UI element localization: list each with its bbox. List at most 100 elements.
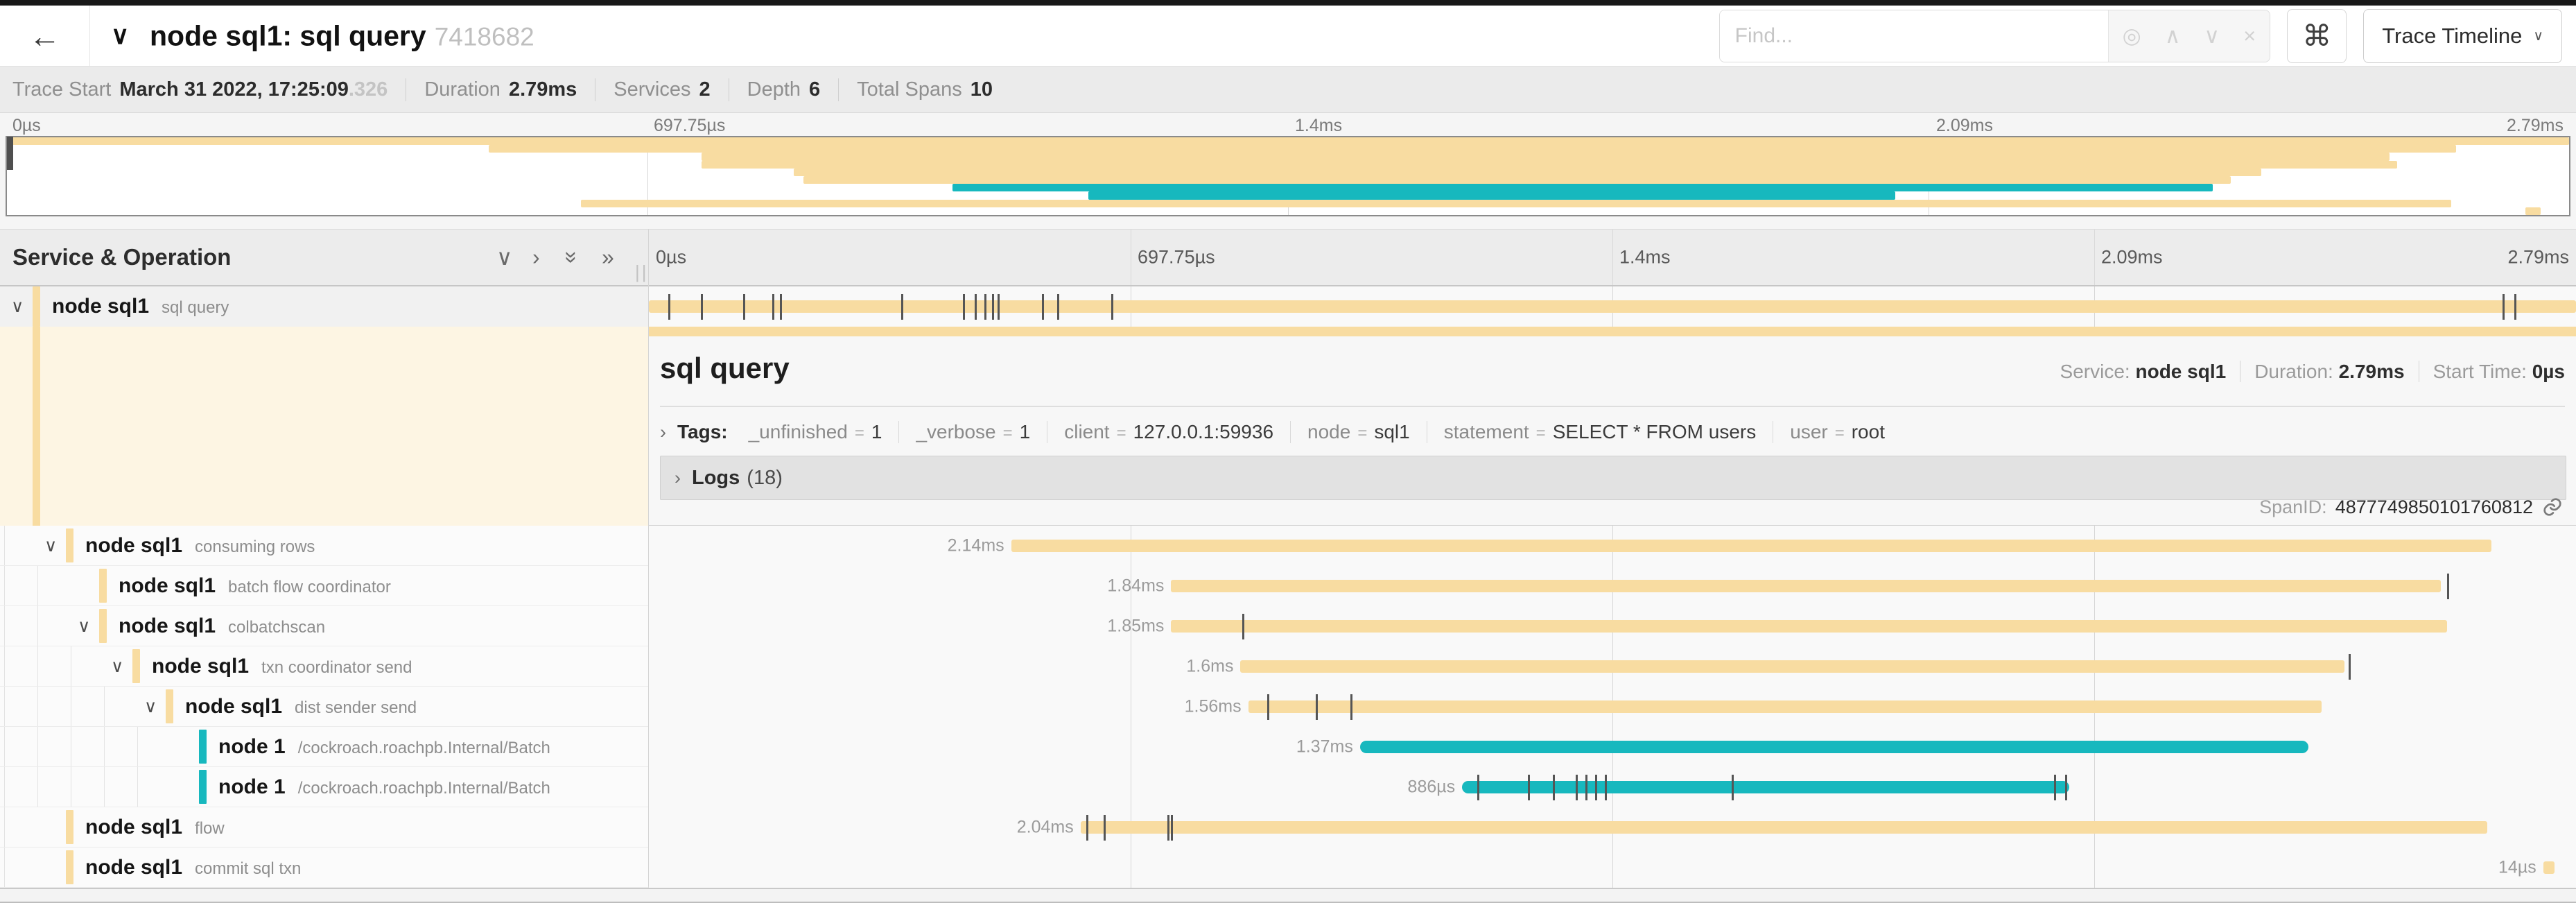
- span-row[interactable]: node 1/cockroach.roachpb.Internal/Batch1…: [0, 727, 2576, 767]
- expand-chevron-icon[interactable]: ∨: [144, 696, 157, 717]
- span-row-name-cell[interactable]: node sql1commit sql txn: [0, 848, 648, 888]
- span-row-timeline-cell[interactable]: 1.85ms: [648, 606, 2576, 646]
- trace-meta-item: Total Spans10: [839, 78, 1011, 101]
- collapse-all-icon[interactable]: »: [559, 251, 584, 264]
- span-row-name-cell[interactable]: ∨node sql1sql query: [0, 286, 648, 327]
- span-bar[interactable]: [1171, 620, 2446, 633]
- panel-divider[interactable]: [648, 229, 649, 886]
- expand-chevron-icon[interactable]: ∨: [44, 535, 57, 556]
- span-bar[interactable]: [1248, 700, 2322, 713]
- span-row[interactable]: node sql1commit sql txn14µs: [0, 848, 2576, 888]
- span-service-name: node sql1: [152, 655, 249, 678]
- tag-item[interactable]: _unfinished=1: [732, 421, 900, 443]
- tag-equals: =: [1357, 424, 1367, 442]
- span-row-timeline-cell[interactable]: 886µs: [648, 767, 2576, 807]
- keyboard-shortcuts-button[interactable]: ⌘: [2287, 9, 2347, 63]
- span-color-stripe: [99, 569, 107, 603]
- span-service-name: node sql1: [52, 295, 149, 318]
- span-log-marker: [2503, 294, 2505, 320]
- detail-meta-item: Start Time: 0µs: [2419, 361, 2565, 382]
- timeline-tick-label: 697.75µs: [1138, 247, 1215, 268]
- view-selector-button[interactable]: Trace Timeline ∨: [2363, 9, 2562, 63]
- span-row[interactable]: ∨node sql1dist sender send1.56ms: [0, 687, 2576, 727]
- tag-item[interactable]: client=127.0.0.1:59936: [1047, 421, 1291, 443]
- tags-accordion-row[interactable]: › Tags: _unfinished=1_verbose=1client=12…: [660, 414, 1901, 450]
- span-row-timeline-cell[interactable]: 2.04ms: [648, 807, 2576, 848]
- tag-item[interactable]: node=sql1: [1291, 421, 1427, 443]
- span-row-name-cell[interactable]: ∨node sql1dist sender send: [0, 687, 648, 727]
- span-row-timeline-cell[interactable]: 1.37ms: [648, 727, 2576, 767]
- tag-item[interactable]: statement=SELECT * FROM users: [1427, 421, 1774, 443]
- span-row-timeline-cell[interactable]: 1.6ms: [648, 646, 2576, 687]
- span-row-name-cell[interactable]: node 1/cockroach.roachpb.Internal/Batch: [0, 727, 648, 767]
- tag-key: _unfinished: [749, 421, 848, 442]
- span-log-marker: [992, 294, 994, 320]
- find-next-icon[interactable]: ∨: [2204, 24, 2220, 49]
- find-prev-icon[interactable]: ∧: [2165, 24, 2181, 49]
- span-detail-duration-bar: [649, 327, 2576, 336]
- grid-line: [2094, 767, 2095, 807]
- span-row-name-cell[interactable]: node 1/cockroach.roachpb.Internal/Batch: [0, 767, 648, 807]
- expand-all-icon[interactable]: »: [602, 245, 614, 270]
- span-bar[interactable]: [649, 300, 2576, 313]
- span-row-name-cell[interactable]: ∨ node sql1consuming rows: [0, 526, 648, 566]
- expand-chevron-icon[interactable]: ∨: [78, 616, 90, 637]
- minimap-left-scrub-handle[interactable]: [7, 137, 13, 170]
- expand-chevron-icon[interactable]: ∨: [111, 656, 123, 677]
- span-row[interactable]: ∨node sql1txn coordinator send1.6ms: [0, 646, 2576, 687]
- span-row-timeline-cell[interactable]: 1.84ms: [648, 566, 2576, 606]
- collapse-one-icon[interactable]: ∨: [496, 244, 512, 270]
- span-row[interactable]: node sql1batch flow coordinator1.84ms: [0, 566, 2576, 606]
- span-row-timeline-cell[interactable]: 14µs: [648, 848, 2576, 888]
- span-row-name-cell[interactable]: node sql1flow: [0, 807, 648, 848]
- collapse-trace-chevron-icon[interactable]: ∨: [111, 21, 129, 50]
- span-color-stripe: [199, 730, 207, 764]
- span-row-timeline-cell[interactable]: 1.56ms: [648, 687, 2576, 727]
- panel-resize-grip[interactable]: ||: [635, 261, 649, 283]
- span-name: node 1/cockroach.roachpb.Internal/Batch: [218, 775, 550, 799]
- span-service-name: node sql1: [85, 816, 182, 839]
- span-row-timeline-cell[interactable]: 2.14ms: [648, 526, 2576, 566]
- span-row[interactable]: ∨node sql1sql query: [0, 286, 2576, 327]
- expand-chevron-icon[interactable]: ∨: [11, 296, 24, 317]
- minimap-row: [7, 191, 2569, 199]
- span-row-timeline-cell[interactable]: [648, 286, 2576, 327]
- tag-item[interactable]: user=root: [1773, 421, 1901, 443]
- span-bar[interactable]: [1171, 580, 2441, 592]
- span-name: node sql1consuming rows: [85, 534, 315, 558]
- span-bar[interactable]: [1240, 660, 2344, 673]
- span-row-name-cell[interactable]: node sql1batch flow coordinator: [0, 566, 648, 606]
- span-row[interactable]: node 1/cockroach.roachpb.Internal/Batch 8…: [0, 767, 2576, 807]
- span-row-name-cell[interactable]: ∨node sql1txn coordinator send: [0, 646, 648, 687]
- span-service-name: node 1: [218, 735, 286, 758]
- span-row[interactable]: node sql1flow2.04ms: [0, 807, 2576, 848]
- span-bar[interactable]: [1081, 821, 2487, 834]
- span-operation-name: batch flow coordinator: [228, 578, 391, 596]
- span-row[interactable]: ∨node sql1colbatchscan1.85ms: [0, 606, 2576, 646]
- find-clear-icon[interactable]: ×: [2243, 24, 2256, 49]
- copy-link-icon[interactable]: [2541, 496, 2564, 518]
- span-row[interactable]: ∨ node sql1consuming rows 2.14ms: [0, 526, 2576, 566]
- span-detail-panel: sql query Service: node sql1Duration: 2.…: [648, 327, 2576, 526]
- span-row-name-cell[interactable]: ∨node sql1colbatchscan: [0, 606, 648, 646]
- span-log-marker: [1553, 775, 1555, 800]
- find-input[interactable]: [1720, 10, 2108, 62]
- tree-guide-line: [37, 767, 38, 807]
- minimap-row: [7, 184, 2569, 191]
- meta-value: 2.79ms: [509, 78, 577, 101]
- span-operation-name: consuming rows: [195, 538, 315, 556]
- tag-item[interactable]: _verbose=1: [899, 421, 1047, 443]
- span-bar[interactable]: [1360, 741, 2308, 753]
- span-bar[interactable]: [2543, 861, 2555, 874]
- logs-accordion-row[interactable]: › Logs (18): [660, 456, 2566, 500]
- back-button[interactable]: ←: [0, 6, 90, 66]
- trace-id: 7418682: [435, 22, 534, 51]
- timeline-tick-label: 1.4ms: [1619, 247, 1671, 268]
- expand-one-icon[interactable]: ›: [532, 245, 540, 270]
- minimap-canvas[interactable]: [6, 136, 2570, 216]
- locate-icon[interactable]: ◎: [2123, 24, 2141, 49]
- detail-meta-item: Duration: 2.79ms: [2240, 361, 2419, 382]
- tag-equals: =: [855, 424, 864, 442]
- tree-guide-line: [37, 566, 38, 605]
- span-bar[interactable]: [1011, 540, 2491, 552]
